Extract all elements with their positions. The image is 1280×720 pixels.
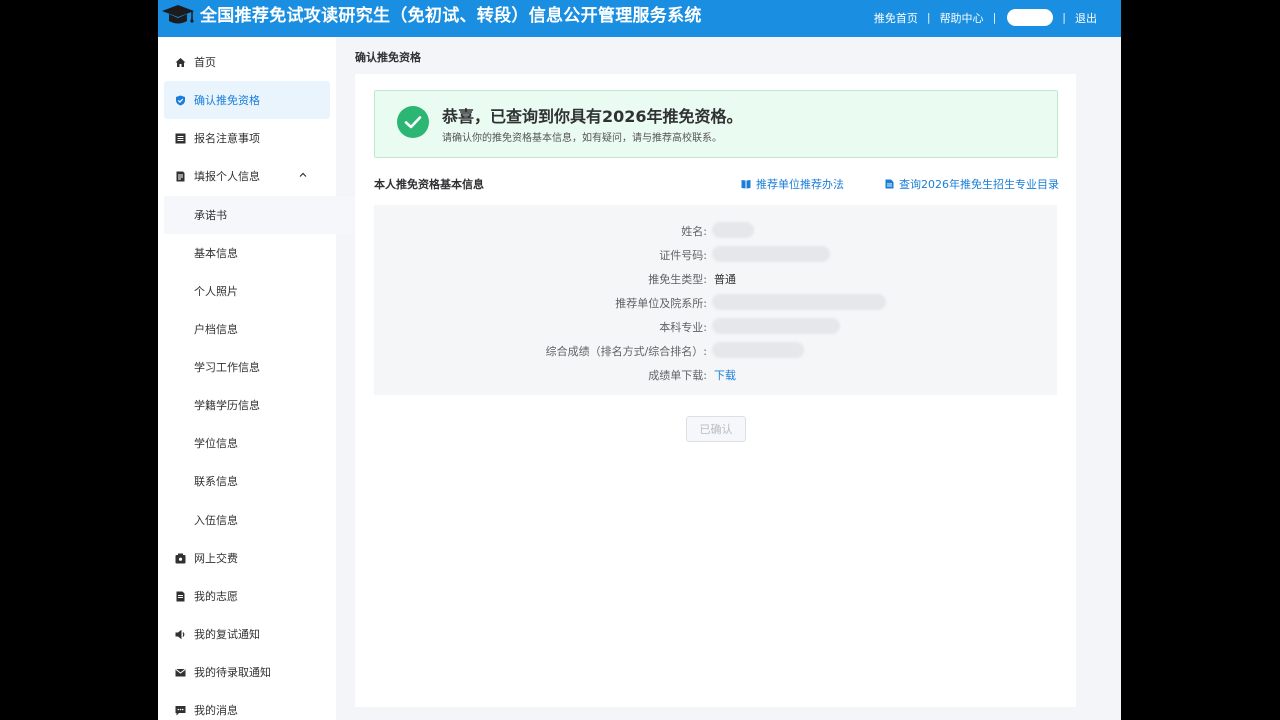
- logout-link[interactable]: 退出: [1075, 10, 1097, 26]
- sidebar-subitem-household-info[interactable]: 户档信息: [164, 310, 360, 348]
- success-title: 恭喜，已查询到你具有2026年推免资格。: [442, 107, 743, 126]
- graduation-cap-icon: [162, 5, 194, 24]
- info-row-name: 姓名:: [374, 222, 1057, 241]
- name-label: 姓名:: [681, 225, 707, 238]
- sidebar-item-personal-info[interactable]: 填报个人信息: [164, 157, 330, 195]
- home-link[interactable]: 推免首页: [874, 10, 918, 26]
- download-label: 成绩单下载:: [648, 369, 707, 382]
- info-row-major: 本科专业:: [374, 318, 1057, 337]
- confirmed-button[interactable]: 已确认: [686, 416, 746, 442]
- download-link[interactable]: 下载: [714, 367, 736, 383]
- sidebar-subitem-photo[interactable]: 个人照片: [164, 272, 360, 310]
- info-row-unit: 推荐单位及院系所:: [374, 294, 1057, 313]
- mail-icon: [175, 667, 186, 678]
- speaker-icon: [175, 629, 186, 640]
- sidebar-item-label: 承诺书: [194, 209, 227, 222]
- sidebar-item-label: 我的消息: [194, 704, 238, 717]
- section-title: 本人推免资格基本信息: [374, 178, 484, 191]
- sidebar-subitem-basic-info[interactable]: 基本信息: [164, 234, 360, 272]
- sidebar-item-retest-notice[interactable]: 我的复试通知: [164, 615, 330, 653]
- shield-icon: [175, 95, 186, 106]
- chevron-up-icon: [299, 172, 307, 177]
- sidebar-item-my-applications[interactable]: 我的志愿: [164, 577, 330, 615]
- sidebar-item-admission-notice[interactable]: 我的待录取通知: [164, 653, 330, 691]
- type-label: 推免生类型:: [648, 273, 707, 286]
- info-row-score: 综合成绩（排名方式/综合排名）:: [374, 342, 1057, 361]
- sidebar-subitem-education-info[interactable]: 学籍学历信息: [164, 386, 360, 424]
- sidebar-item-label: 我的复试通知: [194, 628, 260, 641]
- app-window: 全国推荐免试攻读研究生（免初试、转段）信息公开管理服务系统 推免首页 | 帮助中…: [158, 0, 1121, 720]
- sidebar-subitem-degree-info[interactable]: 学位信息: [164, 424, 360, 462]
- separator: |: [1062, 11, 1066, 24]
- sidebar: 首页 确认推免资格 报名注意事项 填报个人信息 承诺书 基本信息 个人照片 户档…: [158, 37, 360, 720]
- sidebar-item-label: 学位信息: [194, 437, 238, 450]
- sidebar-item-label: 联系信息: [194, 475, 238, 488]
- document-icon: [885, 179, 894, 189]
- sidebar-item-label: 报名注意事项: [194, 132, 260, 145]
- sidebar-item-home[interactable]: 首页: [164, 43, 330, 81]
- score-label: 综合成绩（排名方式/综合排名）:: [545, 345, 707, 358]
- doc-icon: [175, 591, 186, 602]
- help-center-link[interactable]: 帮助中心: [940, 10, 984, 26]
- home-icon: [175, 57, 186, 68]
- separator: |: [992, 11, 997, 24]
- redacted-value: [712, 246, 830, 262]
- sidebar-item-label: 学籍学历信息: [194, 399, 260, 412]
- message-icon: [175, 705, 186, 716]
- info-row-id: 证件号码:: [374, 246, 1057, 265]
- book-icon: [741, 180, 751, 189]
- wallet-icon: [175, 553, 186, 564]
- redacted-value: [712, 222, 754, 238]
- sidebar-item-label: 填报个人信息: [194, 170, 260, 183]
- type-value: 普通: [714, 273, 736, 286]
- top-links: 推免首页 | 帮助中心 | | 退出: [874, 9, 1097, 26]
- link-label: 推荐单位推荐办法: [756, 178, 844, 191]
- sidebar-item-label: 学习工作信息: [194, 361, 260, 374]
- info-row-download: 成绩单下载: 下载: [374, 367, 1057, 385]
- success-subtitle: 请确认你的推免资格基本信息，如有疑问，请与推荐高校联系。: [442, 133, 722, 144]
- catalog-query-link[interactable]: 查询2026年推免生招生专业目录: [885, 176, 1059, 192]
- sidebar-item-label: 户档信息: [194, 323, 238, 336]
- recommendation-method-link[interactable]: 推荐单位推荐办法: [741, 176, 844, 192]
- user-avatar[interactable]: [1007, 9, 1054, 26]
- page-title: 确认推免资格: [355, 51, 421, 64]
- sidebar-item-label: 入伍信息: [194, 514, 238, 527]
- redacted-value: [712, 294, 886, 310]
- redacted-value: [712, 318, 840, 334]
- content-panel: 恭喜，已查询到你具有2026年推免资格。 请确认你的推免资格基本信息，如有疑问，…: [355, 74, 1076, 707]
- success-alert: 恭喜，已查询到你具有2026年推免资格。 请确认你的推免资格基本信息，如有疑问，…: [374, 90, 1058, 158]
- sidebar-item-registration-notes[interactable]: 报名注意事项: [164, 119, 330, 157]
- sidebar-item-label: 我的志愿: [194, 590, 238, 603]
- form-icon: [175, 171, 186, 182]
- sidebar-item-label: 我的待录取通知: [194, 666, 271, 679]
- sidebar-item-label: 个人照片: [194, 285, 238, 298]
- separator: |: [926, 11, 931, 24]
- sidebar-item-label: 确认推免资格: [194, 94, 260, 107]
- id-label: 证件号码:: [659, 249, 707, 262]
- check-circle-icon: [397, 106, 429, 138]
- link-label: 查询2026年推免生招生专业目录: [899, 178, 1059, 191]
- sidebar-subitem-military-info[interactable]: 入伍信息: [164, 501, 360, 539]
- qualification-info: 姓名: 证件号码: 推免生类型: 普通 推荐单位及院系所: 本科专业: 综合成绩…: [374, 205, 1057, 395]
- sidebar-subitem-pledge[interactable]: 承诺书: [164, 196, 360, 234]
- sidebar-item-online-payment[interactable]: 网上交费: [164, 539, 330, 577]
- sidebar-subitem-study-work-info[interactable]: 学习工作信息: [164, 348, 360, 386]
- info-row-type: 推免生类型: 普通: [374, 271, 1057, 289]
- redacted-value: [712, 342, 804, 358]
- sidebar-item-label: 网上交费: [194, 552, 238, 565]
- list-icon: [175, 133, 186, 144]
- unit-label: 推荐单位及院系所:: [615, 297, 707, 310]
- top-header: 全国推荐免试攻读研究生（免初试、转段）信息公开管理服务系统 推免首页 | 帮助中…: [158, 0, 1121, 37]
- sidebar-item-label: 基本信息: [194, 247, 238, 260]
- sidebar-item-my-messages[interactable]: 我的消息: [164, 691, 330, 720]
- site-title: 全国推荐免试攻读研究生（免初试、转段）信息公开管理服务系统: [200, 6, 702, 26]
- sidebar-item-confirm-qualification[interactable]: 确认推免资格: [164, 81, 330, 119]
- sidebar-item-label: 首页: [194, 56, 216, 69]
- major-label: 本科专业:: [659, 321, 707, 334]
- sidebar-subitem-contact-info[interactable]: 联系信息: [164, 462, 360, 500]
